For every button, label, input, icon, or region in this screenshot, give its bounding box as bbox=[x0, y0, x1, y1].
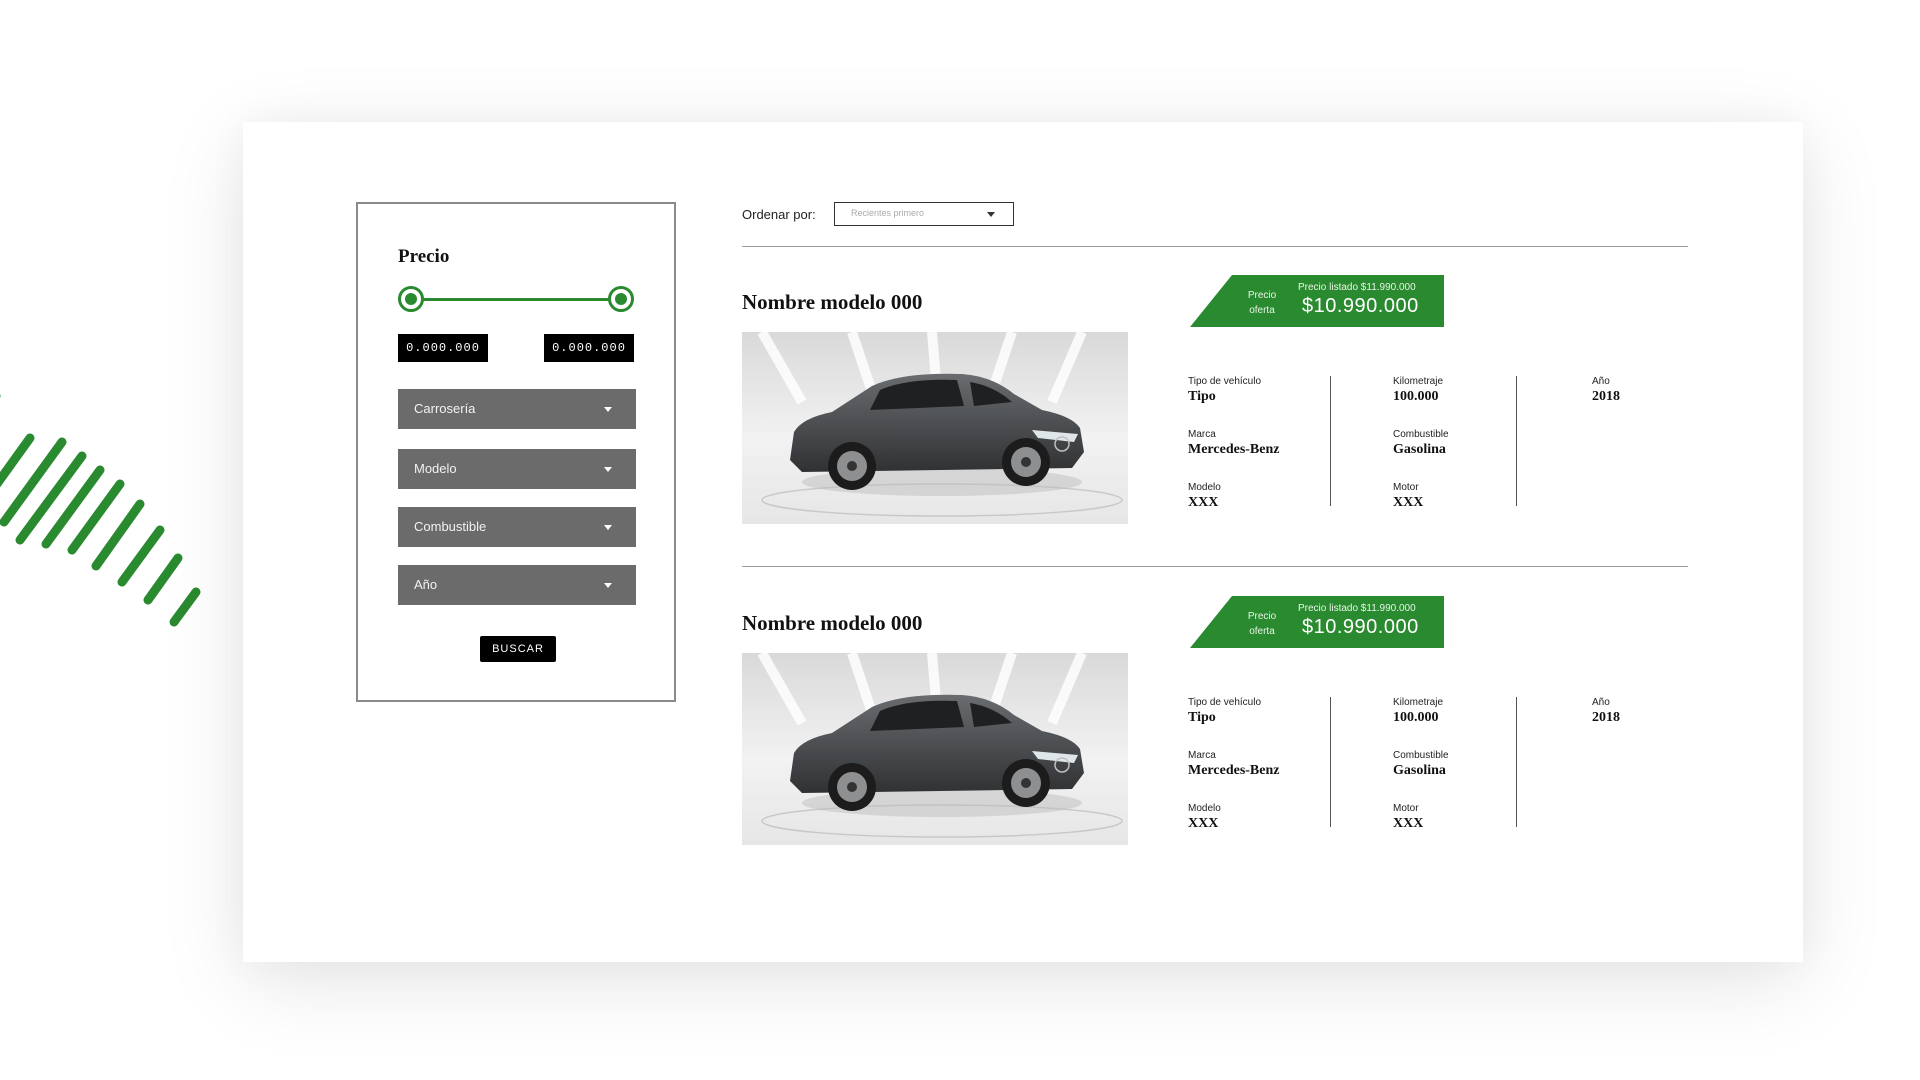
spec-motor: Motor XXX bbox=[1393, 803, 1424, 831]
price-tag: Precio oferta Precio listado $11.990.000… bbox=[1190, 596, 1444, 648]
spec-marca: Marca Mercedes-Benz bbox=[1188, 429, 1280, 457]
spec-modelo: Modelo XXX bbox=[1188, 482, 1221, 510]
select-label: Combustible bbox=[414, 519, 487, 534]
combustible-select[interactable]: Combustible bbox=[398, 507, 636, 547]
select-label: Carrosería bbox=[414, 401, 476, 416]
spec-ano: Año 2018 bbox=[1592, 376, 1620, 404]
offer-label: Precio oferta bbox=[1247, 290, 1277, 316]
spec-modelo: Modelo XXX bbox=[1188, 803, 1221, 831]
spec-tipo: Tipo de vehículo Tipo bbox=[1188, 697, 1262, 725]
carroceria-select[interactable]: Carrosería bbox=[398, 389, 636, 429]
divider bbox=[742, 246, 1688, 247]
car-listing: Nombre modelo 000 Precio oferta Precio l… bbox=[742, 573, 1688, 873]
price-max-field[interactable]: 0.000.000 bbox=[544, 334, 634, 362]
caret-down-icon bbox=[604, 407, 612, 412]
sort-selected-value: Recientes primero bbox=[851, 208, 925, 218]
filter-panel: Precio 0.000.000 0.000.000 Carrosería Mo… bbox=[356, 202, 676, 702]
search-button[interactable]: BUSCAR bbox=[480, 636, 556, 662]
slider-max-handle[interactable] bbox=[608, 286, 634, 312]
offer-price: $10.990.000 bbox=[1302, 616, 1419, 638]
spec-motor: Motor XXX bbox=[1393, 482, 1424, 510]
modelo-select[interactable]: Modelo bbox=[398, 449, 636, 489]
caret-down-icon bbox=[604, 467, 612, 472]
select-label: Modelo bbox=[414, 461, 457, 476]
price-tag: Precio oferta Precio listado $11.990.000… bbox=[1190, 275, 1444, 327]
decorative-stripes bbox=[0, 393, 201, 627]
car-photo[interactable] bbox=[742, 653, 1128, 845]
spec-separator bbox=[1330, 697, 1331, 827]
slider-track bbox=[410, 298, 622, 301]
car-photo[interactable] bbox=[742, 332, 1128, 524]
caret-down-icon bbox=[604, 583, 612, 588]
divider bbox=[742, 566, 1688, 567]
select-label: Año bbox=[414, 577, 438, 592]
price-range-slider[interactable] bbox=[398, 286, 634, 314]
spec-kilometraje: Kilometraje 100.000 bbox=[1393, 376, 1444, 404]
results-card: Precio 0.000.000 0.000.000 Carrosería Mo… bbox=[243, 122, 1803, 962]
listed-price: Precio listado $11.990.000 bbox=[1298, 603, 1416, 614]
listed-price: Precio listado $11.990.000 bbox=[1298, 282, 1416, 293]
spec-separator bbox=[1516, 376, 1517, 506]
slider-min-handle[interactable] bbox=[398, 286, 424, 312]
sort-select[interactable]: Recientes primero bbox=[834, 202, 1014, 226]
offer-label: Precio oferta bbox=[1247, 611, 1277, 637]
caret-down-icon bbox=[604, 525, 612, 530]
spec-separator bbox=[1330, 376, 1331, 506]
price-filter-title: Precio bbox=[398, 246, 450, 267]
spec-separator bbox=[1516, 697, 1517, 827]
car-image bbox=[742, 653, 1128, 845]
car-name[interactable]: Nombre modelo 000 bbox=[742, 611, 922, 636]
spec-combustible: Combustible Gasolina bbox=[1393, 750, 1449, 778]
caret-down-icon bbox=[987, 212, 995, 217]
offer-price: $10.990.000 bbox=[1302, 295, 1419, 317]
spec-ano: Año 2018 bbox=[1592, 697, 1620, 725]
car-image bbox=[742, 332, 1128, 524]
price-min-field[interactable]: 0.000.000 bbox=[398, 334, 488, 362]
spec-kilometraje: Kilometraje 100.000 bbox=[1393, 697, 1444, 725]
car-name[interactable]: Nombre modelo 000 bbox=[742, 290, 922, 315]
car-specs: Tipo de vehículo Tipo Marca Mercedes-Ben… bbox=[1188, 376, 1688, 516]
car-specs: Tipo de vehículo Tipo Marca Mercedes-Ben… bbox=[1188, 697, 1688, 837]
spec-marca: Marca Mercedes-Benz bbox=[1188, 750, 1280, 778]
ano-select[interactable]: Año bbox=[398, 565, 636, 605]
spec-tipo: Tipo de vehículo Tipo bbox=[1188, 376, 1262, 404]
sort-label: Ordenar por: bbox=[742, 207, 816, 222]
spec-combustible: Combustible Gasolina bbox=[1393, 429, 1449, 457]
car-listing: Nombre modelo 000 Precio oferta Precio l… bbox=[742, 252, 1688, 552]
